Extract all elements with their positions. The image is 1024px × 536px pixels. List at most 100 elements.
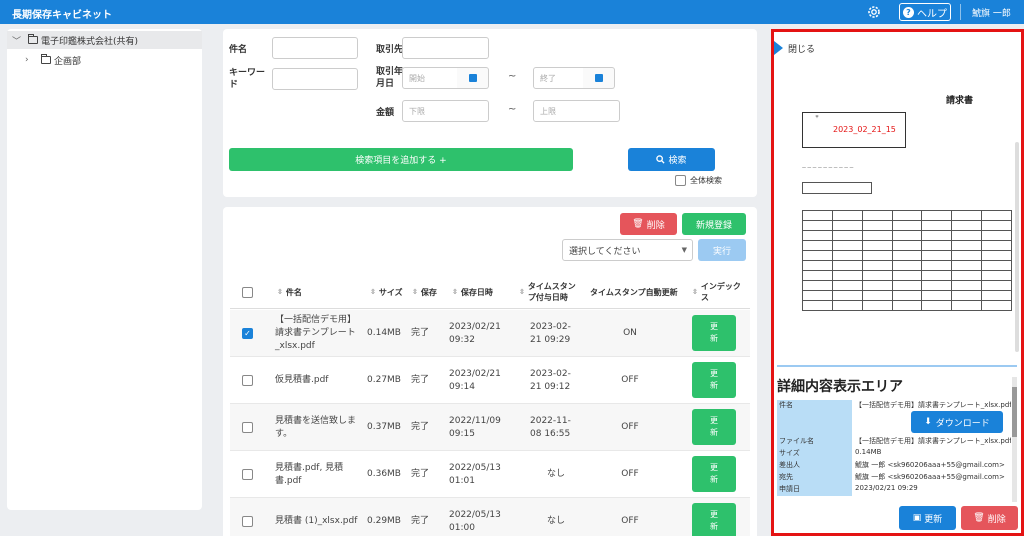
trash-icon: 🗑: [632, 219, 644, 229]
amount-label: 金額: [376, 108, 395, 118]
table-row[interactable]: 見積書を送信致します。 0.37MB 完了 2022/11/09 09:15 2…: [230, 404, 750, 451]
row-checkbox[interactable]: [242, 375, 253, 386]
detail-update-button[interactable]: ▣ 更新: [899, 506, 956, 530]
row-size: 0.36MB: [367, 469, 401, 479]
action-select[interactable]: 選択してください ▼: [562, 239, 693, 261]
subject-input[interactable]: [272, 37, 358, 59]
tree-item-label: 電子印鑑株式会社(共有): [41, 36, 139, 47]
chevron-down-icon[interactable]: ﹀: [12, 34, 22, 47]
row-timestamp-at: 2023-02-21 09:12: [530, 368, 571, 392]
gear-icon[interactable]: [866, 4, 882, 20]
row-checkbox-cell[interactable]: [242, 357, 253, 404]
amount-min-input[interactable]: 下限: [402, 100, 489, 122]
keyword-input[interactable]: [272, 68, 358, 90]
date-end-calendar-button[interactable]: [583, 67, 615, 89]
full-search-label: 全体検索: [690, 176, 722, 185]
row-update-button[interactable]: 更新: [692, 456, 736, 492]
select-all-checkbox[interactable]: [242, 286, 253, 298]
full-search-option[interactable]: 全体検索: [675, 175, 722, 186]
row-update-button[interactable]: 更新: [692, 409, 736, 445]
help-icon: ?: [903, 6, 914, 18]
add-search-items-button[interactable]: 検索項目を追加する +: [229, 148, 573, 171]
search-button[interactable]: 検索: [628, 148, 715, 171]
preview-scrollbar[interactable]: [1015, 142, 1019, 352]
detail-key: 宛先: [777, 472, 852, 484]
search-icon: [656, 155, 666, 164]
document-preview[interactable]: 請求書 〒 2023_02_21_15 — — — — — — — — — —: [798, 90, 1017, 360]
tree-item-label: 企画部: [54, 56, 82, 67]
table-row[interactable]: ✓ 【一括配信デモ用】請求書テンプレート_xlsx.pdf 0.14MB 完了 …: [230, 310, 750, 357]
column-index[interactable]: ⇳ インデックス: [692, 275, 748, 309]
row-checkbox-cell[interactable]: [242, 404, 253, 451]
table-row[interactable]: 見積書.pdf, 見積書.pdf 0.36MB 完了 2022/05/13 01…: [230, 451, 750, 498]
stamp-mark: 〒: [815, 114, 819, 119]
date-start-input[interactable]: 開始: [402, 67, 458, 89]
row-checkbox[interactable]: [242, 422, 253, 433]
row-subject[interactable]: 【一括配信デモ用】請求書テンプレート_xlsx.pdf: [275, 310, 360, 357]
amount-max-input[interactable]: 上限: [533, 100, 620, 122]
row-update-label: 更新: [710, 463, 718, 484]
row-checkbox[interactable]: [242, 516, 253, 527]
range-separator: ~: [508, 104, 517, 115]
table-row[interactable]: 仮見積書.pdf 0.27MB 完了 2023/02/21 09:14 2023…: [230, 357, 750, 404]
select-all-checkbox-cell[interactable]: [242, 275, 253, 309]
close-label: 閉じる: [788, 44, 816, 55]
range-separator: ~: [508, 71, 517, 82]
table-header: ⇳ 件名 ⇳ サイズ ⇳ 保存 ⇳ 保存日時 ⇳ タイムスタンプ付与日時 タイムスタンプ自…: [230, 275, 750, 309]
row-subject[interactable]: 見積書を送信致します。: [275, 404, 360, 451]
row-saved-at: 2023/02/21 09:14: [449, 368, 501, 392]
sort-icon: ⇳: [692, 287, 698, 296]
date-end-input[interactable]: 終了: [533, 67, 584, 89]
column-index-label: インデックス: [700, 282, 741, 302]
row-auto-update: OFF: [621, 375, 639, 385]
row-status: 完了: [411, 328, 430, 338]
row-auto-update: OFF: [621, 469, 639, 479]
row-update-button[interactable]: 更新: [692, 362, 736, 398]
row-update-button[interactable]: 更新: [692, 315, 736, 351]
row-checkbox[interactable]: ✓: [242, 328, 253, 339]
execute-button[interactable]: 実行: [698, 239, 746, 261]
row-update-button[interactable]: 更新: [692, 503, 736, 536]
trash-icon: 🗑: [973, 513, 985, 523]
row-checkbox-cell[interactable]: [242, 498, 253, 536]
tree-item-root[interactable]: ﹀ 電子印鑑株式会社(共有): [7, 31, 202, 49]
delete-button[interactable]: 🗑 削除: [620, 213, 677, 235]
row-subject[interactable]: 見積書 (1)_xlsx.pdf: [275, 498, 360, 536]
column-saved[interactable]: ⇳ 保存: [412, 275, 438, 309]
table-row[interactable]: 見積書 (1)_xlsx.pdf 0.29MB 完了 2022/05/13 01…: [230, 498, 750, 536]
download-label: ダウンロード: [935, 418, 990, 429]
close-preview-button[interactable]: 閉じる: [774, 41, 815, 55]
column-subject[interactable]: ⇳ 件名: [277, 275, 302, 309]
folder-tree: ﹀ 電子印鑑株式会社(共有) › 企画部: [7, 29, 202, 510]
detail-delete-button[interactable]: 🗑 削除: [961, 506, 1018, 530]
row-auto-update: OFF: [621, 422, 639, 432]
row-checkbox[interactable]: [242, 469, 253, 480]
help-button[interactable]: ? ヘルプ: [899, 3, 951, 21]
detail-scrollbar[interactable]: [1012, 377, 1017, 502]
row-saved-at: 2022/11/09 09:15: [449, 415, 501, 439]
row-subject[interactable]: 見積書.pdf, 見積書.pdf: [275, 451, 360, 498]
full-search-checkbox[interactable]: [675, 175, 686, 186]
row-size: 0.29MB: [367, 516, 401, 526]
scrollbar-thumb[interactable]: [1012, 387, 1017, 437]
new-registration-button[interactable]: 新規登録: [682, 213, 746, 235]
column-size[interactable]: ⇳ サイズ: [370, 275, 404, 309]
date-start-calendar-button[interactable]: [457, 67, 489, 89]
column-saved-at[interactable]: ⇳ 保存日時: [452, 275, 493, 309]
column-timestamp-at[interactable]: ⇳ タイムスタンプ付与日時: [519, 275, 579, 309]
app-title[interactable]: 長期保存キャビネット: [12, 6, 112, 21]
tree-item-child[interactable]: › 企画部: [7, 51, 81, 69]
download-button[interactable]: ⬇ ダウンロード: [911, 411, 1003, 433]
partner-input[interactable]: [402, 37, 489, 59]
column-size-label: サイズ: [378, 287, 403, 297]
partner-label: 取引先: [376, 45, 404, 55]
document-title: 請求書: [946, 96, 974, 106]
user-name[interactable]: 鯱旗 一郎: [972, 6, 1011, 19]
row-saved-at: 2022/05/13 01:00: [449, 509, 501, 533]
row-checkbox-cell[interactable]: ✓: [242, 310, 253, 357]
row-subject[interactable]: 仮見積書.pdf: [275, 357, 360, 404]
row-timestamp-at: 2022-11-08 16:55: [530, 415, 571, 439]
chevron-right-icon[interactable]: ›: [25, 55, 35, 65]
folder-icon: [28, 34, 38, 44]
row-checkbox-cell[interactable]: [242, 451, 253, 498]
